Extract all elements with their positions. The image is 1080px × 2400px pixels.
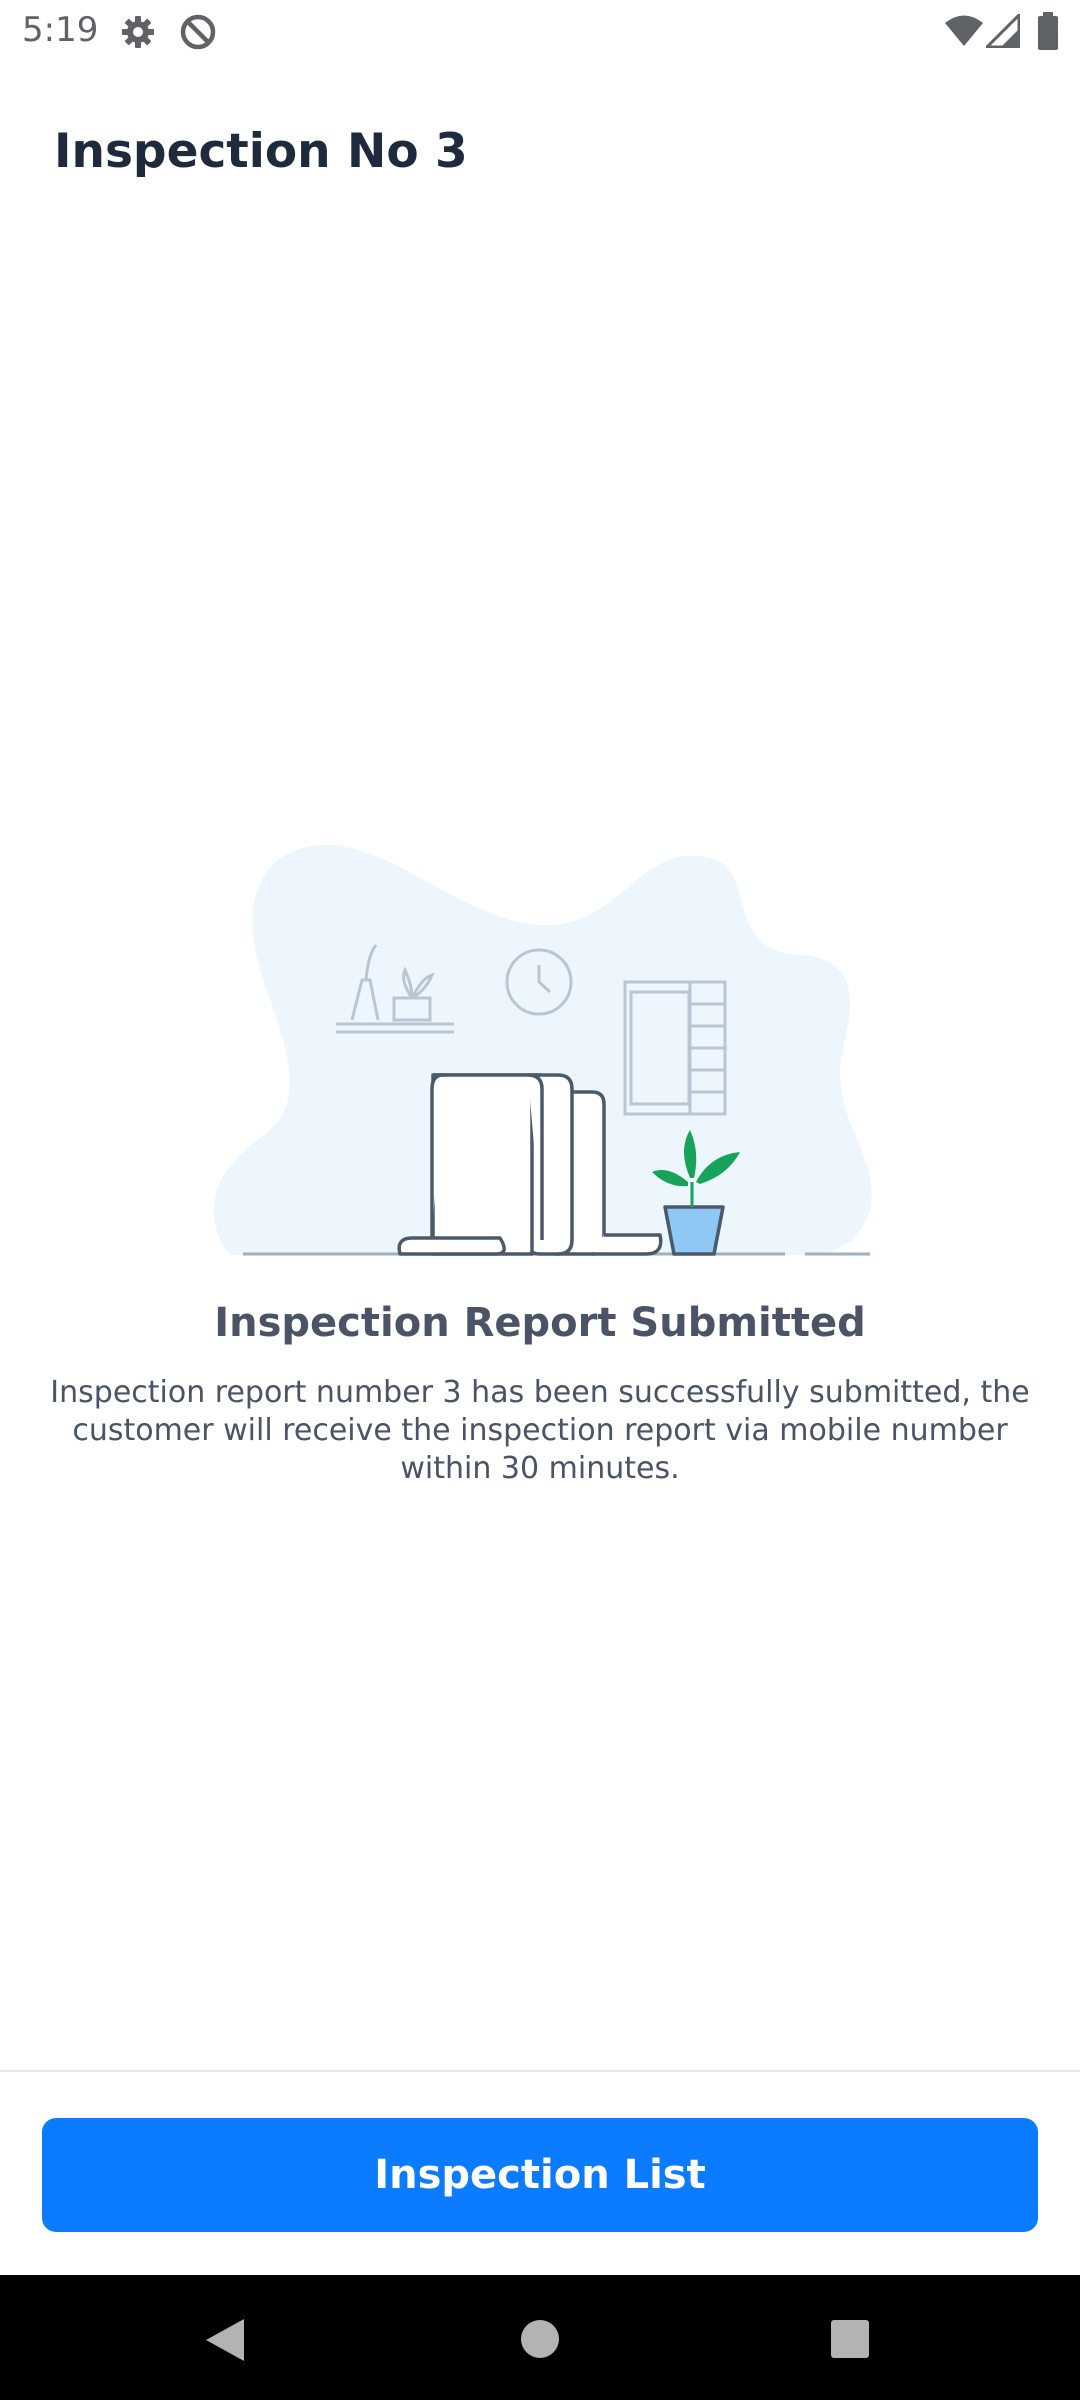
app-header: Inspection No 3 [0, 62, 1080, 242]
page-title: Inspection No 3 [54, 124, 468, 179]
battery-icon [1038, 12, 1058, 50]
do-not-disturb-icon [180, 14, 216, 50]
gear-icon [122, 16, 154, 48]
recents-icon[interactable] [830, 2319, 870, 2359]
back-icon[interactable] [202, 2317, 246, 2363]
system-navigation-bar [0, 2275, 1080, 2400]
result-message: Inspection report number 3 has been succ… [50, 1375, 1030, 1486]
inspection-list-button[interactable]: Inspection List [42, 2118, 1038, 2232]
bottom-action-bar: Inspection List [0, 2070, 1080, 2277]
home-icon[interactable] [520, 2319, 560, 2359]
status-time: 5:19 [22, 10, 99, 50]
wifi-icon [945, 15, 983, 46]
status-bar: 5:19 [0, 0, 1080, 62]
empty-room-illustration [213, 844, 872, 1256]
signal-icon [986, 14, 1020, 48]
result-title: Inspection Report Submitted [214, 1300, 866, 1346]
